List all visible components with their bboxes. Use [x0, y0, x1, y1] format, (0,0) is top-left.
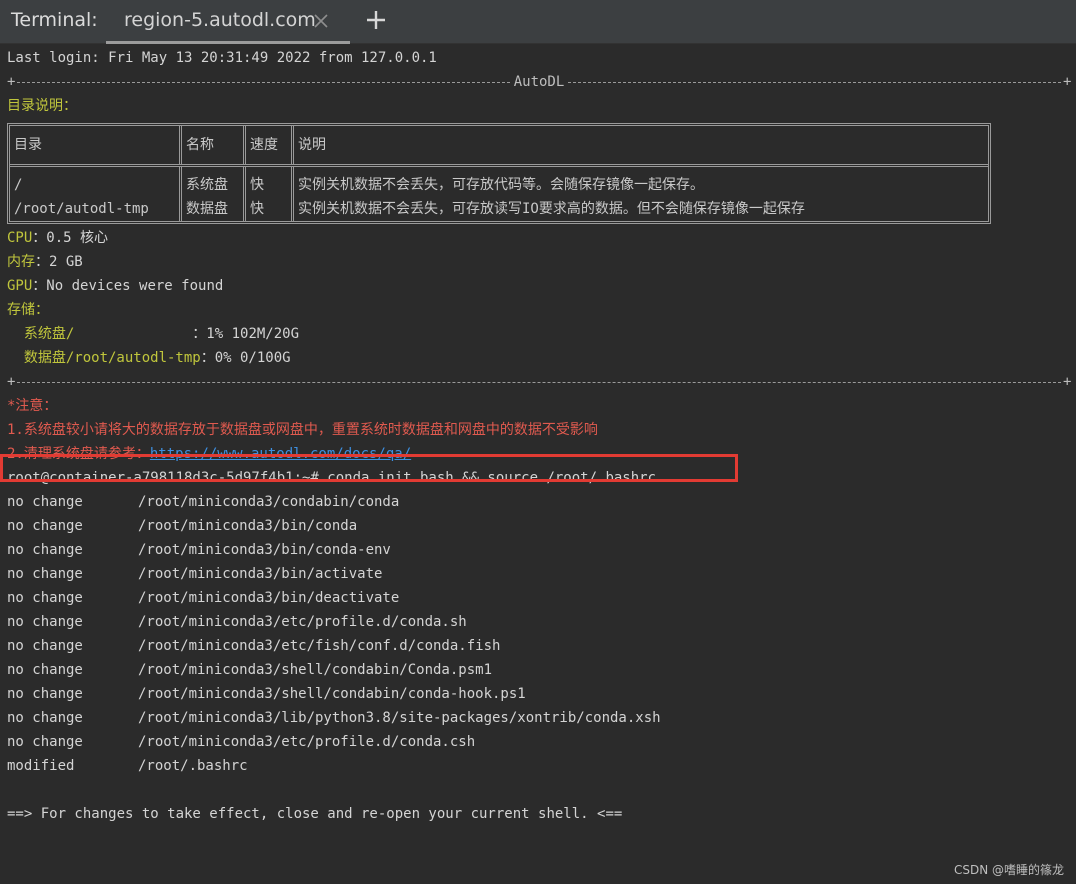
terminal-window: Terminal: region-5.autodl.com Last login…	[0, 0, 1076, 884]
memory-line: 内存：2 GB	[7, 250, 1073, 274]
gpu-label: GPU	[7, 278, 33, 294]
terminal-tab-bar: Terminal: region-5.autodl.com	[0, 0, 1076, 44]
memory-label: 内存	[7, 254, 35, 270]
separator-autodl: + AutoDL +	[7, 74, 1072, 90]
data-disk-line: 数据盘/root/autodl-tmp：0% 0/100G	[7, 346, 1073, 370]
notice-item-1: 1.系统盘较小请将大的数据存放于数据盘或网盘中，重置系统时数据盘和网盘中的数据不…	[7, 422, 598, 438]
table-header-cell: 名称	[182, 126, 246, 164]
output-status: no change	[7, 662, 83, 678]
output-status: no change	[7, 710, 83, 726]
output-status: no change	[7, 638, 83, 654]
table-cell: 实例关机数据不会丢失，可存放读写IO要求高的数据。但不会随保存镜像一起保存	[298, 201, 805, 217]
output-line: no change/root/miniconda3/etc/profile.d/…	[7, 610, 1073, 634]
output-path: /root/miniconda3/bin/conda	[138, 518, 358, 534]
output-path: /root/miniconda3/etc/fish/conf.d/conda.f…	[138, 638, 501, 654]
output-path: /root/miniconda3/bin/activate	[138, 566, 383, 582]
table-header-cell: 目录	[10, 126, 182, 164]
separator-label: AutoDL	[513, 74, 565, 90]
directory-table: 目录 名称 速度 说明 / 系统盘 快 实例关机数据不会丢失，可存放代码等。会随…	[7, 123, 991, 224]
table-header-cell: 说明	[298, 137, 326, 153]
tab-title: region-5.autodl.com	[124, 9, 316, 31]
gpu-line: GPU：No devices were found	[7, 274, 1073, 298]
terminal-app-label: Terminal:	[11, 9, 98, 31]
output-line: no change/root/miniconda3/bin/conda	[7, 514, 1073, 538]
table-cell: 系统盘	[182, 173, 246, 197]
table-cell: 快	[246, 173, 294, 197]
output-status: no change	[7, 590, 83, 606]
output-line: no change/root/miniconda3/shell/condabin…	[7, 682, 1073, 706]
output-path: /root/miniconda3/etc/profile.d/conda.sh	[138, 614, 467, 630]
gpu-value: ：No devices were found	[32, 278, 224, 294]
output-line: modified/root/.bashrc	[7, 754, 1073, 778]
data-disk-value: ：0% 0/100G	[200, 350, 291, 366]
separator-bottom: + +	[7, 374, 1072, 390]
output-line: no change/root/miniconda3/bin/deactivate	[7, 586, 1073, 610]
cpu-label: CPU	[7, 230, 33, 246]
output-path: /root/miniconda3/condabin/conda	[138, 494, 400, 510]
output-line: no change/root/miniconda3/lib/python3.8/…	[7, 706, 1073, 730]
output-path: /root/miniconda3/etc/profile.d/conda.csh	[138, 734, 476, 750]
table-header-row: 目录 名称 速度 说明	[10, 126, 988, 167]
cpu-line: CPU：0.5 核心	[7, 226, 1073, 250]
command-highlight-box	[0, 454, 738, 482]
command-output: no change/root/miniconda3/condabin/conda…	[7, 490, 1073, 778]
output-status: no change	[7, 494, 83, 510]
output-path: /root/miniconda3/lib/python3.8/site-pack…	[138, 710, 661, 726]
output-line: no change/root/miniconda3/bin/conda-env	[7, 538, 1073, 562]
table-cell: 数据盘	[182, 197, 246, 221]
last-login-line: Last login: Fri May 13 20:31:49 2022 fro…	[7, 50, 437, 66]
output-path: /root/.bashrc	[138, 758, 248, 774]
storage-heading: 存储：	[7, 302, 49, 318]
terminal-output[interactable]: Last login: Fri May 13 20:31:49 2022 fro…	[7, 46, 1073, 826]
output-status: no change	[7, 542, 83, 558]
table-cell: /	[10, 173, 182, 197]
table-cell: 快	[246, 197, 294, 221]
table-header-cell: 速度	[246, 126, 294, 164]
output-line: no change/root/miniconda3/shell/condabin…	[7, 658, 1073, 682]
cpu-value: ：0.5 核心	[32, 230, 109, 246]
system-disk-value: ：1% 102M/20G	[74, 326, 300, 342]
table-row: / 系统盘 快 实例关机数据不会丢失，可存放代码等。会随保存镜像一起保存。	[10, 173, 988, 197]
output-path: /root/miniconda3/bin/conda-env	[138, 542, 391, 558]
output-status: no change	[7, 686, 83, 702]
output-line: no change/root/miniconda3/bin/activate	[7, 562, 1073, 586]
final-message: ==> For changes to take effect, close an…	[7, 806, 623, 822]
output-status: no change	[7, 518, 83, 534]
data-disk-label: 数据盘/root/autodl-tmp	[7, 350, 201, 366]
system-disk-label: 系统盘/	[7, 326, 75, 342]
output-path: /root/miniconda3/shell/condabin/Conda.ps…	[138, 662, 493, 678]
output-line: no change/root/miniconda3/etc/profile.d/…	[7, 730, 1073, 754]
output-status: no change	[7, 734, 83, 750]
table-row: /root/autodl-tmp 数据盘 快 实例关机数据不会丢失，可存放读写I…	[10, 197, 988, 221]
table-cell: 实例关机数据不会丢失，可存放代码等。会随保存镜像一起保存。	[298, 177, 704, 193]
table-cell: /root/autodl-tmp	[10, 197, 182, 221]
dir-heading: 目录说明：	[7, 98, 77, 114]
close-icon[interactable]	[312, 12, 330, 30]
output-path: /root/miniconda3/bin/deactivate	[138, 590, 400, 606]
output-status: modified	[7, 758, 75, 774]
output-status: no change	[7, 566, 83, 582]
csdn-watermark: CSDN @嗜睡的篠龙	[953, 863, 1064, 877]
output-line: no change/root/miniconda3/etc/fish/conf.…	[7, 634, 1073, 658]
output-status: no change	[7, 614, 83, 630]
memory-value: ：2 GB	[35, 254, 83, 270]
system-disk-line: 系统盘/ ：1% 102M/20G	[7, 322, 1073, 346]
plus-icon[interactable]	[366, 10, 386, 30]
output-line: no change/root/miniconda3/condabin/conda	[7, 490, 1073, 514]
output-path: /root/miniconda3/shell/condabin/conda-ho…	[138, 686, 526, 702]
notice-heading: *注意：	[7, 398, 58, 414]
tab-region-5[interactable]: region-5.autodl.com	[106, 0, 350, 44]
